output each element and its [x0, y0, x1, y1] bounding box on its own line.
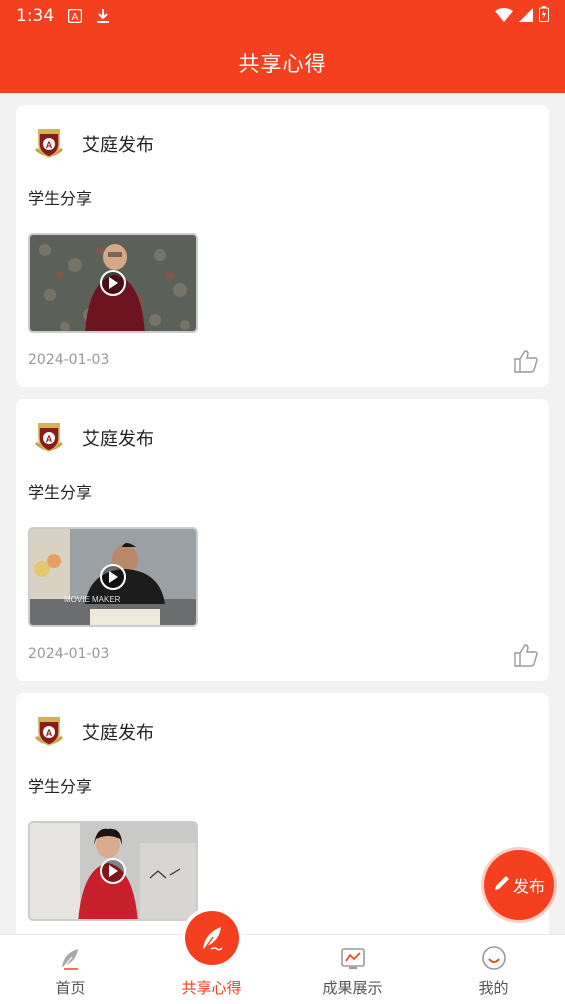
wifi-icon: [495, 7, 513, 26]
download-icon: [96, 8, 110, 24]
battery-icon: [539, 6, 549, 26]
play-icon[interactable]: [100, 270, 126, 296]
post-card[interactable]: A 艾庭发布 学生分享: [16, 693, 549, 934]
post-text: 学生分享: [28, 777, 93, 796]
status-bar: 1:34 A: [0, 0, 565, 32]
smile-icon: [481, 945, 507, 971]
publish-fab-label: 发布: [512, 877, 545, 896]
author-row: A 艾庭发布: [32, 127, 154, 161]
tab-achievements-label: 成果展示: [322, 979, 383, 997]
post-date: 2024-01-03: [28, 646, 110, 662]
feather-icon: [58, 945, 84, 971]
svg-text:A: A: [46, 728, 53, 738]
post-date: 2024-01-03: [28, 352, 110, 368]
thumbs-up-icon[interactable]: [513, 348, 539, 374]
publish-fab-button[interactable]: 发布: [484, 850, 554, 920]
video-thumbnail[interactable]: [28, 821, 198, 921]
post-card[interactable]: A 艾庭发布 学生分享 MOVIE MAKER 2024-01-03: [16, 399, 549, 681]
pen-icon: [493, 874, 511, 896]
status-time: 1:34: [16, 6, 55, 26]
play-icon[interactable]: [100, 858, 126, 884]
svg-text:A: A: [46, 140, 53, 150]
quill-icon: [185, 911, 239, 965]
tab-share-label: 共享心得: [181, 979, 242, 997]
author-name: 艾庭发布: [82, 429, 154, 450]
post-text: 学生分享: [28, 189, 93, 208]
chart-icon: [340, 945, 366, 971]
page-title: 共享心得: [238, 51, 327, 76]
page-header: 共享心得: [0, 32, 565, 93]
post-card[interactable]: A 艾庭发布 学生分享: [16, 105, 549, 387]
author-name: 艾庭发布: [82, 723, 154, 744]
tab-mine[interactable]: 我的: [423, 935, 564, 1004]
signal-icon: [519, 7, 533, 26]
svg-text:A: A: [46, 434, 53, 444]
author-row: A 艾庭发布: [32, 715, 154, 749]
post-text: 学生分享: [28, 483, 93, 502]
tab-achievements[interactable]: 成果展示: [282, 935, 423, 1004]
school-logo-icon: A: [32, 127, 66, 161]
tab-home-label: 首页: [55, 979, 86, 997]
author-name: 艾庭发布: [82, 135, 154, 156]
tab-share[interactable]: 共享心得: [141, 911, 282, 1004]
tab-home[interactable]: 首页: [0, 935, 141, 1004]
svg-text:A: A: [72, 12, 79, 23]
post-feed[interactable]: A 艾庭发布 学生分享 2024-01-03 A 艾庭发布 学生分享 MOVIE…: [0, 93, 565, 934]
a-icon: A: [68, 9, 83, 23]
play-icon[interactable]: [100, 564, 126, 590]
bottom-tab-bar: 首页 共享心得 成果展示 我的: [0, 911, 565, 1004]
school-logo-icon: A: [32, 421, 66, 455]
movie-maker-watermark: MOVIE MAKER: [64, 595, 121, 604]
thumbs-up-icon[interactable]: [513, 642, 539, 668]
author-row: A 艾庭发布: [32, 421, 154, 455]
school-logo-icon: A: [32, 715, 66, 749]
tab-mine-label: 我的: [478, 979, 509, 997]
video-thumbnail[interactable]: MOVIE MAKER: [28, 527, 198, 627]
video-thumbnail[interactable]: [28, 233, 198, 333]
